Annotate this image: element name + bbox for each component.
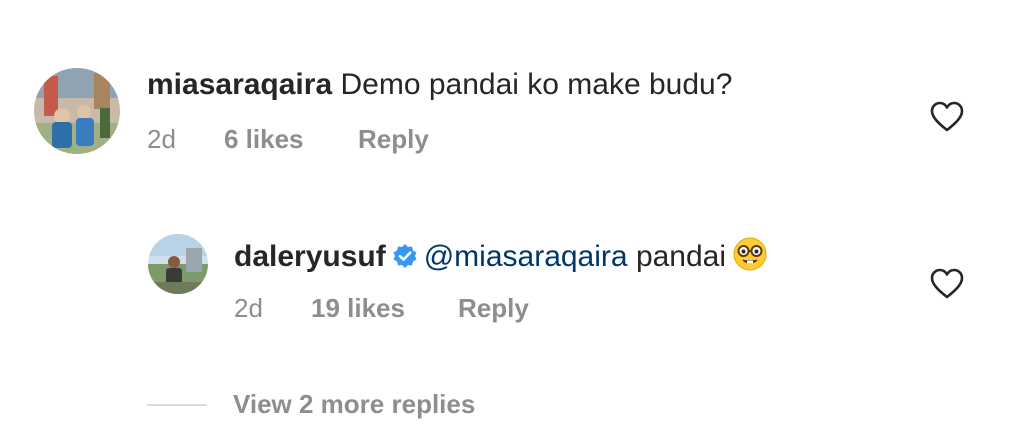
comment-text: Demo pandai ko make budu? bbox=[340, 68, 733, 101]
reply-likes[interactable]: 19 likes bbox=[311, 293, 405, 323]
comment-time: 2d bbox=[147, 124, 176, 154]
avatar-image bbox=[148, 234, 208, 294]
nerd-face-emoji-icon bbox=[733, 237, 767, 271]
comments-thread: miasaraqaira Demo pandai ko make budu? 2… bbox=[0, 0, 1024, 442]
comment-likes[interactable]: 6 likes bbox=[224, 124, 304, 154]
heart-outline-icon[interactable] bbox=[930, 101, 964, 133]
divider-line bbox=[147, 404, 207, 406]
verified-badge-icon bbox=[393, 244, 417, 268]
reply-time: 2d bbox=[234, 293, 263, 323]
reply-mention[interactable]: @miasaraqaira bbox=[424, 240, 628, 273]
comment-username[interactable]: miasaraqaira bbox=[147, 68, 332, 101]
comment-body: miasaraqaira Demo pandai ko make budu? bbox=[147, 67, 732, 103]
avatar-image bbox=[34, 68, 120, 154]
avatar-daleryusuf[interactable] bbox=[148, 234, 208, 294]
reply-text: pandai bbox=[635, 240, 727, 273]
heart-outline-icon[interactable] bbox=[930, 268, 964, 300]
reply-username[interactable]: daleryusuf bbox=[234, 240, 386, 273]
avatar-miasaraqaira[interactable] bbox=[34, 68, 120, 154]
comment-reply-button[interactable]: Reply bbox=[358, 124, 429, 154]
view-more-replies-label[interactable]: View 2 more replies bbox=[233, 388, 475, 420]
reply-reply-button[interactable]: Reply bbox=[458, 293, 529, 323]
reply-body: daleryusuf @miasaraqaira pandai bbox=[234, 236, 768, 275]
